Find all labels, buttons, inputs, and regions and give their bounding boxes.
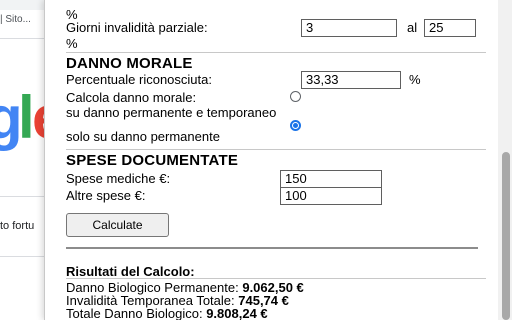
calculator-form: % Giorni invalidità parziale: 3 al 25 % … xyxy=(66,0,486,320)
divider xyxy=(0,38,44,39)
percent-unit: % xyxy=(66,36,78,51)
other-expenses-label: Altre spese €: xyxy=(66,188,146,203)
section-divider xyxy=(66,52,486,53)
moral-damage-title: DANNO MORALE xyxy=(66,55,193,72)
partial-days-from-input[interactable]: 3 xyxy=(301,19,397,37)
logo-letter: e xyxy=(32,88,44,148)
medical-expenses-input[interactable]: 150 xyxy=(280,170,382,188)
medical-expenses-label: Spese mediche €: xyxy=(66,171,171,186)
recognized-percent-input[interactable]: 33,33 xyxy=(301,71,401,89)
popup-scrollbar[interactable] xyxy=(498,0,512,320)
google-logo-fragment: g l e xyxy=(0,88,44,158)
section-divider xyxy=(66,149,486,150)
search-result-snippet[interactable]: to fortu xyxy=(0,220,44,232)
partial-invalidity-days-label: Giorni invalidità parziale: xyxy=(66,20,208,35)
calculator-popup: % Giorni invalidità parziale: 3 al 25 % … xyxy=(44,0,512,320)
results-divider xyxy=(66,247,478,249)
option-permanent-and-temporary-label: su danno permanente e temporaneo xyxy=(66,105,277,120)
radio-permanent-only[interactable] xyxy=(290,120,301,131)
range-to-label: al xyxy=(407,20,418,35)
other-expenses-input[interactable]: 100 xyxy=(280,187,382,205)
radio-permanent-and-temporary[interactable] xyxy=(290,91,301,102)
calc-moral-damage-label: Calcola danno morale: xyxy=(66,90,197,105)
scrollbar-thumb[interactable] xyxy=(502,152,510,320)
results-title: Risultati del Calcolo: xyxy=(66,264,195,279)
option-permanent-only-label: solo su danno permanente xyxy=(66,129,220,144)
divider xyxy=(0,196,44,197)
percent-unit: % xyxy=(409,72,421,87)
search-result-breadcrumb[interactable]: | Sito... xyxy=(0,14,44,28)
divider xyxy=(0,256,44,257)
calculate-button[interactable]: Calculate xyxy=(66,213,169,237)
partial-days-to-input[interactable]: 25 xyxy=(424,19,476,37)
results-title-underline xyxy=(66,278,486,279)
result-line: Totale Danno Biologico: 9.808,24 € xyxy=(66,306,268,320)
documented-expenses-title: SPESE DOCUMENTATE xyxy=(66,152,239,169)
result-value: 9.808,24 € xyxy=(206,306,268,320)
recognized-percent-label: Percentuale riconosciuta: xyxy=(66,72,212,87)
result-label: Totale Danno Biologico: xyxy=(66,306,207,320)
